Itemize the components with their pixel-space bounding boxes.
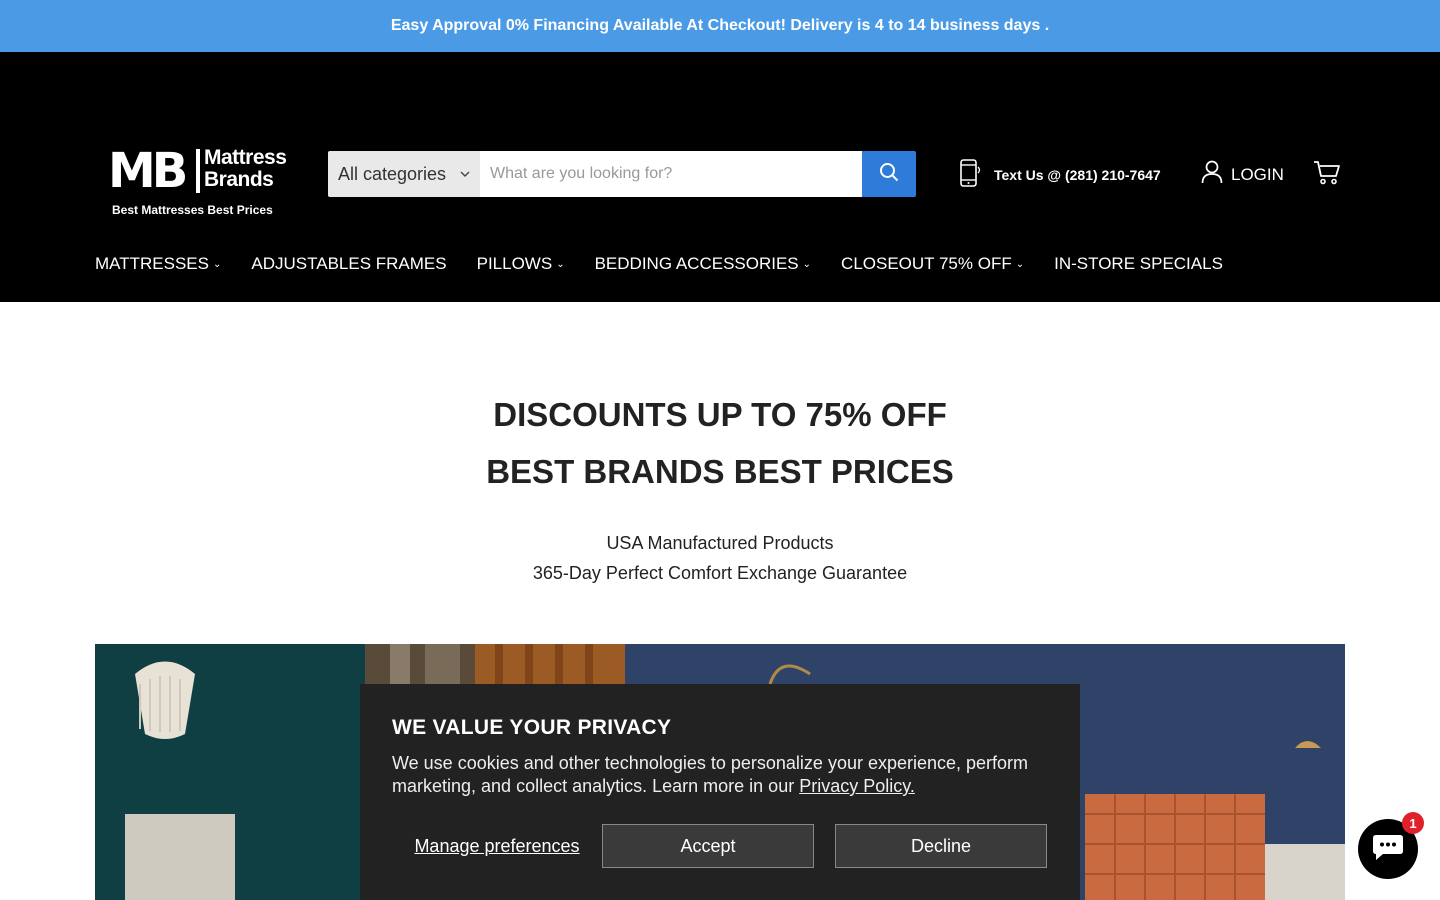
mobile-phone-icon xyxy=(958,158,982,191)
logo[interactable]: MB Mattress Brands Best Mattresses Best … xyxy=(108,146,293,222)
category-select-value: All categories xyxy=(338,163,447,184)
cookie-message: We use cookies and other technologies to… xyxy=(392,752,1048,798)
text-us-link[interactable]: Text Us @ (281) 210-7647 xyxy=(958,158,1161,191)
nav-label: SLEEPMAXXING xyxy=(368,314,502,333)
hero-headline-2: BEST BRANDS BEST PRICES xyxy=(486,453,954,490)
nav-sleepmaxxing[interactable]: SLEEPMAXXING ⌄ xyxy=(369,314,515,334)
nav-label: PILLOWS xyxy=(476,254,553,273)
search-input[interactable] xyxy=(480,151,862,197)
announcement-bar: Easy Approval 0% Financing Available At … xyxy=(0,0,1440,52)
nav-label: CLOSEOUT 75% OFF xyxy=(841,254,1012,273)
login-label: LOGIN xyxy=(1231,164,1284,184)
nav-mattresses[interactable]: MATTRESSES ⌄ xyxy=(95,254,221,274)
nav-label: IN-STORE SPECIALS xyxy=(1054,254,1223,273)
chevron-down-icon: ⌄ xyxy=(556,258,565,270)
nav-pillows[interactable]: PILLOWS ⌄ xyxy=(477,254,565,274)
category-select[interactable]: All categories xyxy=(328,151,480,197)
nav-label: BEDDING ACCESSORIES xyxy=(594,254,799,273)
hero-headline-1: DISCOUNTS UP TO 75% OFF xyxy=(493,396,947,433)
chevron-down-icon: ⌄ xyxy=(1015,258,1025,270)
accept-button[interactable]: Accept xyxy=(602,824,814,868)
cookie-message-text: We use cookies and other technologies to… xyxy=(392,753,1029,796)
cookie-title: WE VALUE YOUR PRIVACY xyxy=(392,716,672,739)
privacy-policy-link[interactable]: Privacy Policy. xyxy=(799,776,915,796)
cookie-consent-banner: WE VALUE YOUR PRIVACY We use cookies and… xyxy=(360,684,1080,900)
logo-line2: Brands xyxy=(204,168,274,191)
nav-in-store-specials[interactable]: IN-STORE SPECIALS xyxy=(1054,254,1223,274)
nav-label: ADJUSTABLES FRAMES xyxy=(251,254,447,273)
chevron-down-icon: ⌄ xyxy=(802,258,812,270)
chevron-down-icon: ⌄ xyxy=(212,258,222,270)
logo-divider xyxy=(196,149,200,193)
logo-tagline: Best Mattresses Best Prices xyxy=(112,203,273,217)
nav-bedding-accessories[interactable]: BEDDING ACCESSORIES ⌄ xyxy=(595,254,811,274)
chevron-down-icon: ⌄ xyxy=(330,318,339,330)
nav-label: RESOURCES xyxy=(218,314,327,333)
search-bar: All categories xyxy=(328,151,916,197)
manage-preferences-link[interactable]: Manage preferences xyxy=(392,836,602,857)
cart-icon xyxy=(1313,161,1341,190)
nav-resources[interactable]: RESOURCES ⌄ xyxy=(219,314,339,334)
chat-notification-badge: 1 xyxy=(1402,812,1424,834)
hero-subtext-2: 365-Day Perfect Comfort Exchange Guarant… xyxy=(532,563,908,583)
nav-adjustables-frames[interactable]: ADJUSTABLES FRAMES xyxy=(251,254,446,274)
hero-subtext-1: USA Manufactured Products xyxy=(606,533,834,553)
chat-bubble-icon xyxy=(1372,833,1404,866)
login-link[interactable]: LOGIN xyxy=(1201,160,1284,189)
cookie-actions: Manage preferences Accept Decline xyxy=(392,824,1048,868)
logo-line1: Mattress xyxy=(204,146,287,169)
hero-text: DISCOUNTS UP TO 75% OFF BEST BRANDS BEST… xyxy=(0,386,1440,588)
nav-closeout[interactable]: CLOSEOUT 75% OFF ⌄ xyxy=(841,254,1024,274)
nav-financing[interactable]: FINANCING xyxy=(95,314,189,334)
chevron-down-icon: ⌄ xyxy=(505,318,515,330)
logo-mark: MB xyxy=(108,143,188,199)
user-icon xyxy=(1201,160,1223,189)
site-header: MB Mattress Brands Best Mattresses Best … xyxy=(0,52,1440,333)
text-us-label: Text Us @ (281) 210-7647 xyxy=(994,166,1161,183)
nav-label: MATTRESSES xyxy=(95,254,209,273)
announcement-text: Easy Approval 0% Financing Available At … xyxy=(390,17,1050,34)
search-button[interactable] xyxy=(862,151,916,197)
nav-label: FINANCING xyxy=(95,314,189,333)
main-nav-row2: FINANCING RESOURCES ⌄ SLEEPMAXXING ⌄ xyxy=(95,314,514,334)
decline-button[interactable]: Decline xyxy=(835,824,1047,868)
chevron-down-icon xyxy=(460,168,470,180)
cart-button[interactable] xyxy=(1313,160,1341,191)
search-icon xyxy=(879,162,899,187)
main-nav-row1: MATTRESSES ⌄ ADJUSTABLES FRAMES PILLOWS ⌄ … xyxy=(95,254,1223,274)
